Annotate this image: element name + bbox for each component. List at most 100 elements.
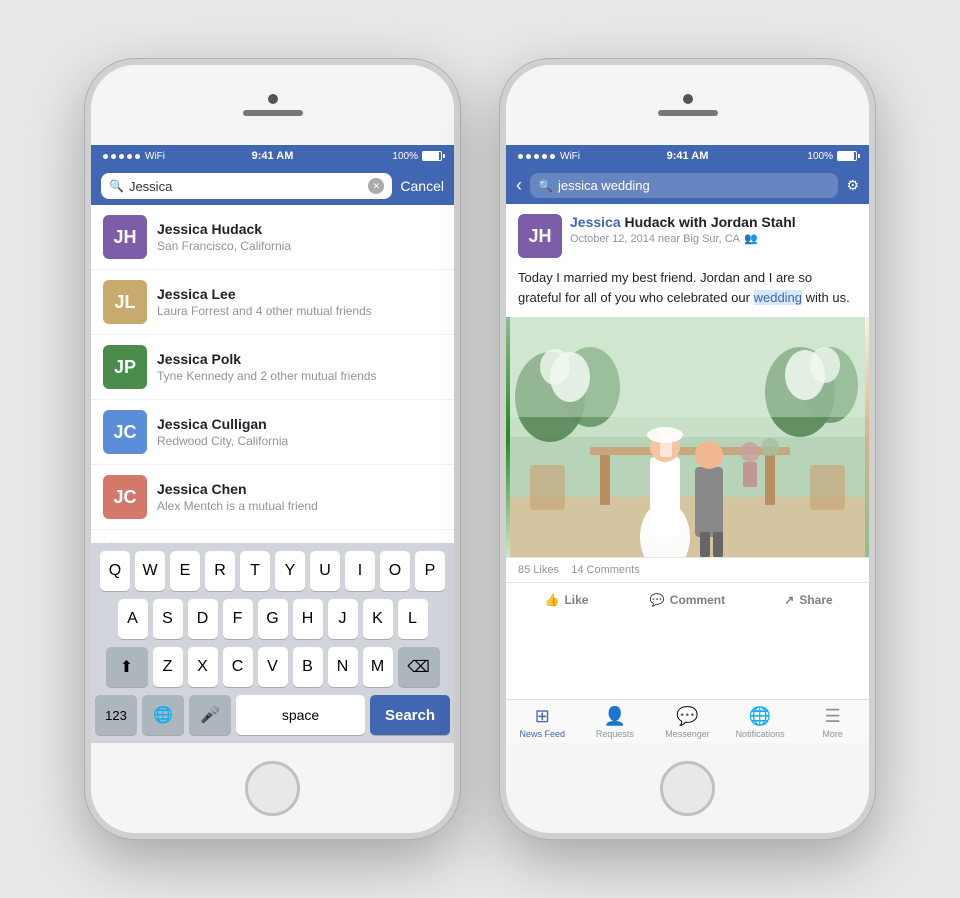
key-t[interactable]: T xyxy=(240,551,270,591)
key-v[interactable]: V xyxy=(258,647,288,687)
key-h[interactable]: H xyxy=(293,599,323,639)
key-r[interactable]: R xyxy=(205,551,235,591)
wifi-icon-2: WiFi xyxy=(560,151,580,162)
battery-fill-2 xyxy=(838,152,854,160)
avatar-placeholder-4: JC xyxy=(103,410,147,454)
search-button[interactable]: Search xyxy=(370,695,450,735)
post-meta: Jessica Hudack with Jordan Stahl October… xyxy=(570,214,857,245)
result-sub-4: Redwood City, California xyxy=(157,434,442,448)
like-button[interactable]: 👍 Like xyxy=(506,585,627,615)
key-g[interactable]: G xyxy=(258,599,288,639)
comment-icon: 💬 xyxy=(650,593,665,607)
signal-dot-3 xyxy=(119,154,124,159)
result-sub-1: San Francisco, California xyxy=(157,239,442,253)
key-z[interactable]: Z xyxy=(153,647,183,687)
result-info-3: Jessica Polk Tyne Kennedy and 2 other mu… xyxy=(157,351,442,383)
key-num[interactable]: 123 xyxy=(95,695,137,735)
key-space[interactable]: space xyxy=(236,695,365,735)
requests-label: Requests xyxy=(596,729,634,739)
key-p[interactable]: P xyxy=(415,551,445,591)
key-b[interactable]: B xyxy=(293,647,323,687)
search-input[interactable]: Jessica xyxy=(129,179,363,194)
share-icon: ↗ xyxy=(784,593,794,607)
keyboard: Q W E R T Y U I O P A S D F G H xyxy=(91,543,454,743)
key-globe[interactable]: 🌐 xyxy=(142,695,184,735)
search-results: JH Jessica Hudack San Francisco, Califor… xyxy=(91,205,454,543)
post-date: October 12, 2014 near Big Sur, CA 👥 xyxy=(570,232,857,245)
key-o[interactable]: O xyxy=(380,551,410,591)
search-input-container[interactable]: 🔍 Jessica ✕ xyxy=(101,173,392,199)
post-image xyxy=(506,317,869,557)
key-a[interactable]: A xyxy=(118,599,148,639)
key-x[interactable]: X xyxy=(188,647,218,687)
post-text: Today I married my best friend. Jordan a… xyxy=(506,268,869,317)
key-backspace[interactable]: ⌫ xyxy=(398,647,440,687)
signal-dot-8 xyxy=(534,154,539,159)
result-item-3[interactable]: JP Jessica Polk Tyne Kennedy and 2 other… xyxy=(91,335,454,400)
result-sub-2: Laura Forrest and 4 other mutual friends xyxy=(157,304,442,318)
tab-more[interactable]: ☰ More xyxy=(796,700,869,743)
filter-icon[interactable]: ⚙ xyxy=(846,177,859,194)
post-avatar-image: JH xyxy=(518,214,562,258)
clear-button[interactable]: ✕ xyxy=(368,178,384,194)
key-j[interactable]: J xyxy=(328,599,358,639)
key-c[interactable]: C xyxy=(223,647,253,687)
key-i[interactable]: I xyxy=(345,551,375,591)
key-k[interactable]: K xyxy=(363,599,393,639)
results-search-container[interactable]: 🔍 jessica wedding xyxy=(530,173,838,198)
battery-pct-2: 100% xyxy=(807,151,833,162)
post-author-rest: Hudack with Jordan Stahl xyxy=(621,214,796,230)
bottom-bezel-1 xyxy=(91,743,454,833)
post-actions-bar: 85 Likes 14 Comments xyxy=(506,557,869,582)
post-avatar: JH xyxy=(518,214,562,258)
signal-dot-4 xyxy=(127,154,132,159)
keyboard-row-3: ⬆ Z X C V B N M ⌫ xyxy=(95,647,450,687)
avatar-placeholder-1: JH xyxy=(103,215,147,259)
key-m[interactable]: M xyxy=(363,647,393,687)
result-item-4[interactable]: JC Jessica Culligan Redwood City, Califo… xyxy=(91,400,454,465)
wifi-icon-1: WiFi xyxy=(145,151,165,162)
key-u[interactable]: U xyxy=(310,551,340,591)
tab-messenger[interactable]: 💬 Messenger xyxy=(651,700,724,743)
battery-area-1: 100% xyxy=(392,151,442,162)
result-item-5[interactable]: JC Jessica Chen Alex Mentch is a mutual … xyxy=(91,465,454,530)
home-button-1[interactable] xyxy=(245,761,300,816)
key-d[interactable]: D xyxy=(188,599,218,639)
result-item-2[interactable]: JL Jessica Lee Laura Forrest and 4 other… xyxy=(91,270,454,335)
result-item-1[interactable]: JH Jessica Hudack San Francisco, Califor… xyxy=(91,205,454,270)
key-shift[interactable]: ⬆ xyxy=(106,647,148,687)
key-e[interactable]: E xyxy=(170,551,200,591)
key-l[interactable]: L xyxy=(398,599,428,639)
key-f[interactable]: F xyxy=(223,599,253,639)
share-button[interactable]: ↗ Share xyxy=(748,585,869,615)
cancel-button[interactable]: Cancel xyxy=(400,178,444,194)
key-mic[interactable]: 🎤 xyxy=(189,695,231,735)
key-y[interactable]: Y xyxy=(275,551,305,591)
speaker-1 xyxy=(243,110,303,116)
status-bar-1: WiFi 9:41 AM 100% xyxy=(91,145,454,167)
like-icon: 👍 xyxy=(545,593,560,607)
comment-button[interactable]: 💬 Comment xyxy=(627,585,748,615)
home-button-2[interactable] xyxy=(660,761,715,816)
speaker-2 xyxy=(658,110,718,116)
signal-area-2: WiFi xyxy=(518,151,580,162)
battery-pct-1: 100% xyxy=(392,151,418,162)
key-s[interactable]: S xyxy=(153,599,183,639)
avatar-placeholder-5: JC xyxy=(103,475,147,519)
key-n[interactable]: N xyxy=(328,647,358,687)
tab-notifications[interactable]: 🌐 Notifications xyxy=(724,700,797,743)
suggestion-item-1[interactable]: 🔍 jessica wedding xyxy=(91,530,454,543)
back-button[interactable]: ‹ xyxy=(516,175,522,196)
avatar-2: JL xyxy=(103,280,147,324)
phones-container: WiFi 9:41 AM 100% 🔍 Jessica ✕ Cancel xyxy=(65,39,895,859)
tab-bar: ⊞ News Feed 👤 Requests 💬 Messenger 🌐 Not… xyxy=(506,699,869,743)
results-search-input[interactable]: jessica wedding xyxy=(558,178,830,193)
key-q[interactable]: Q xyxy=(100,551,130,591)
top-bezel-2 xyxy=(506,65,869,145)
comment-label: Comment xyxy=(670,593,725,607)
signal-dot-5 xyxy=(135,154,140,159)
camera-2 xyxy=(683,94,693,104)
tab-newsfeed[interactable]: ⊞ News Feed xyxy=(506,700,579,743)
key-w[interactable]: W xyxy=(135,551,165,591)
tab-requests[interactable]: 👤 Requests xyxy=(579,700,652,743)
